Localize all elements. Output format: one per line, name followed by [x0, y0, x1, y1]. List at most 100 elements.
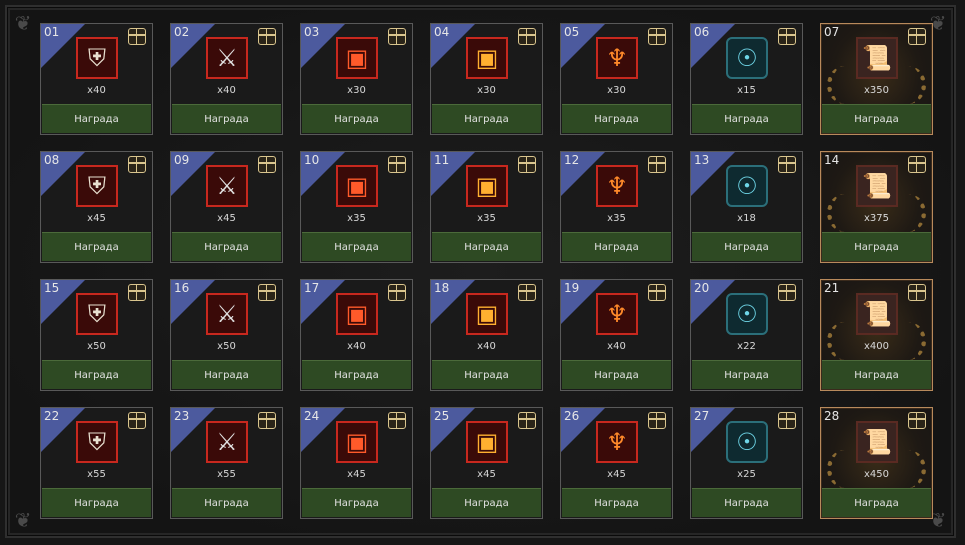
gift-icon[interactable] [518, 156, 536, 173]
reward-card[interactable]: 11 ▣ x35 Награда [430, 151, 543, 263]
reward-card[interactable]: 20 ☉ x22 Награда [690, 279, 803, 391]
gift-icon[interactable] [778, 412, 796, 429]
red-chest-icon[interactable]: ▣ [336, 37, 378, 79]
reward-card[interactable]: 25 ▣ x45 Награда [430, 407, 543, 519]
wings-chest-icon[interactable]: ♆ [596, 293, 638, 335]
reward-card[interactable]: 09 ⚔ x45 Награда [170, 151, 283, 263]
claim-reward-button[interactable]: Награда [302, 360, 411, 389]
gift-icon[interactable] [128, 412, 146, 429]
gift-icon[interactable] [388, 28, 406, 45]
elixir-icon[interactable]: ☉ [726, 37, 768, 79]
claim-reward-button[interactable]: Награда [432, 232, 541, 261]
gold-chest-icon[interactable]: ▣ [466, 165, 508, 207]
claim-reward-button[interactable]: Награда [172, 488, 281, 517]
reward-card[interactable]: 17 ▣ x40 Награда [300, 279, 413, 391]
blade-icon[interactable]: ⚔ [206, 293, 248, 335]
gift-icon[interactable] [388, 412, 406, 429]
wings-chest-icon[interactable]: ♆ [596, 165, 638, 207]
red-chest-icon[interactable]: ▣ [336, 293, 378, 335]
scroll-icon[interactable]: 📜 [856, 37, 898, 79]
claim-reward-button[interactable]: Награда [692, 488, 801, 517]
armor-icon[interactable]: ⛨ [76, 421, 118, 463]
gift-icon[interactable] [388, 156, 406, 173]
claim-reward-button[interactable]: Награда [172, 232, 281, 261]
claim-reward-button[interactable]: Награда [562, 104, 671, 133]
gift-icon[interactable] [908, 28, 926, 45]
gift-icon[interactable] [648, 28, 666, 45]
reward-card[interactable]: 23 ⚔ x55 Награда [170, 407, 283, 519]
reward-card[interactable]: 12 ♆ x35 Награда [560, 151, 673, 263]
gift-icon[interactable] [778, 28, 796, 45]
claim-reward-button[interactable]: Награда [562, 360, 671, 389]
reward-card[interactable]: 18 ▣ x40 Награда [430, 279, 543, 391]
gift-icon[interactable] [908, 412, 926, 429]
claim-reward-button[interactable]: Награда [432, 104, 541, 133]
reward-card[interactable]: 14 📜 x375 Награда [820, 151, 933, 263]
reward-card[interactable]: 21 📜 x400 Награда [820, 279, 933, 391]
reward-card[interactable]: 04 ▣ x30 Награда [430, 23, 543, 135]
claim-reward-button[interactable]: Награда [172, 104, 281, 133]
blade-icon[interactable]: ⚔ [206, 421, 248, 463]
armor-icon[interactable]: ⛨ [76, 37, 118, 79]
reward-card[interactable]: 01 ⛨ x40 Награда [40, 23, 153, 135]
reward-card[interactable]: 07 📜 x350 Награда [820, 23, 933, 135]
reward-card[interactable]: 19 ♆ x40 Награда [560, 279, 673, 391]
claim-reward-button[interactable]: Награда [822, 488, 931, 517]
reward-card[interactable]: 06 ☉ x15 Награда [690, 23, 803, 135]
blade-icon[interactable]: ⚔ [206, 37, 248, 79]
gold-chest-icon[interactable]: ▣ [466, 421, 508, 463]
armor-icon[interactable]: ⛨ [76, 293, 118, 335]
scroll-icon[interactable]: 📜 [856, 421, 898, 463]
scroll-icon[interactable]: 📜 [856, 293, 898, 335]
claim-reward-button[interactable]: Награда [302, 104, 411, 133]
reward-card[interactable]: 16 ⚔ x50 Награда [170, 279, 283, 391]
claim-reward-button[interactable]: Награда [42, 104, 151, 133]
reward-card[interactable]: 27 ☉ x25 Награда [690, 407, 803, 519]
gift-icon[interactable] [128, 28, 146, 45]
reward-card[interactable]: 28 📜 x450 Награда [820, 407, 933, 519]
reward-card[interactable]: 22 ⛨ x55 Награда [40, 407, 153, 519]
claim-reward-button[interactable]: Награда [562, 488, 671, 517]
gift-icon[interactable] [648, 412, 666, 429]
gold-chest-icon[interactable]: ▣ [466, 37, 508, 79]
gift-icon[interactable] [518, 412, 536, 429]
reward-card[interactable]: 02 ⚔ x40 Награда [170, 23, 283, 135]
reward-card[interactable]: 08 ⛨ x45 Награда [40, 151, 153, 263]
gift-icon[interactable] [648, 156, 666, 173]
gift-icon[interactable] [258, 28, 276, 45]
red-chest-icon[interactable]: ▣ [336, 421, 378, 463]
gift-icon[interactable] [518, 284, 536, 301]
claim-reward-button[interactable]: Награда [692, 104, 801, 133]
blade-icon[interactable]: ⚔ [206, 165, 248, 207]
scroll-icon[interactable]: 📜 [856, 165, 898, 207]
elixir-icon[interactable]: ☉ [726, 165, 768, 207]
gift-icon[interactable] [778, 284, 796, 301]
claim-reward-button[interactable]: Награда [302, 488, 411, 517]
gift-icon[interactable] [908, 284, 926, 301]
claim-reward-button[interactable]: Награда [432, 488, 541, 517]
gift-icon[interactable] [128, 156, 146, 173]
elixir-icon[interactable]: ☉ [726, 293, 768, 335]
reward-card[interactable]: 10 ▣ x35 Награда [300, 151, 413, 263]
gift-icon[interactable] [258, 412, 276, 429]
claim-reward-button[interactable]: Награда [42, 488, 151, 517]
reward-card[interactable]: 24 ▣ x45 Награда [300, 407, 413, 519]
claim-reward-button[interactable]: Награда [42, 360, 151, 389]
gift-icon[interactable] [908, 156, 926, 173]
claim-reward-button[interactable]: Награда [692, 360, 801, 389]
wings-chest-icon[interactable]: ♆ [596, 37, 638, 79]
gift-icon[interactable] [388, 284, 406, 301]
reward-card[interactable]: 03 ▣ x30 Награда [300, 23, 413, 135]
claim-reward-button[interactable]: Награда [822, 104, 931, 133]
claim-reward-button[interactable]: Награда [302, 232, 411, 261]
claim-reward-button[interactable]: Награда [432, 360, 541, 389]
reward-card[interactable]: 05 ♆ x30 Награда [560, 23, 673, 135]
claim-reward-button[interactable]: Награда [172, 360, 281, 389]
gold-chest-icon[interactable]: ▣ [466, 293, 508, 335]
claim-reward-button[interactable]: Награда [822, 232, 931, 261]
gift-icon[interactable] [518, 28, 536, 45]
claim-reward-button[interactable]: Награда [42, 232, 151, 261]
reward-card[interactable]: 15 ⛨ x50 Награда [40, 279, 153, 391]
gift-icon[interactable] [258, 156, 276, 173]
elixir-icon[interactable]: ☉ [726, 421, 768, 463]
